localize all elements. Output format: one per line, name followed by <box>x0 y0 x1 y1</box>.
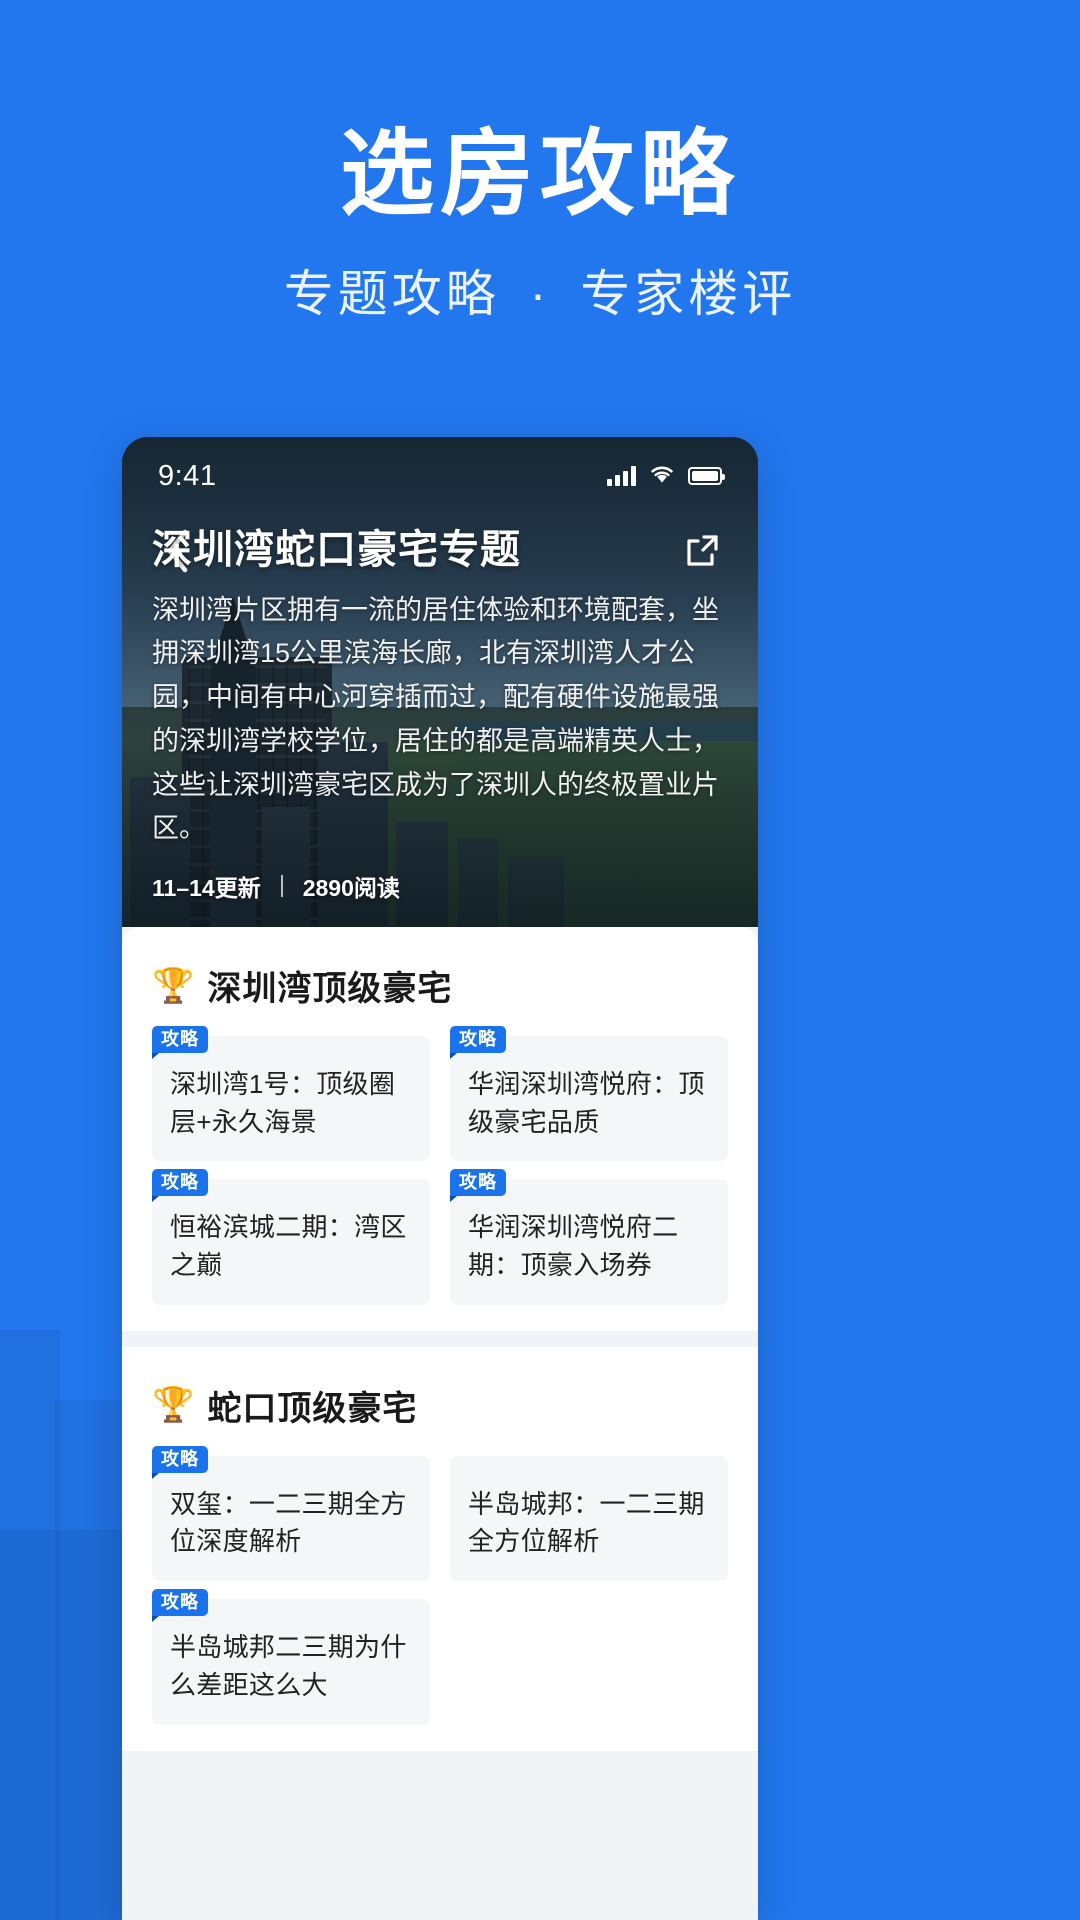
phone-mockup: 9:41 深圳湾蛇口豪宅专题 深圳湾片区拥有一流的居住体验和环境配套，坐拥深圳湾… <box>122 437 758 1920</box>
guide-tile-title: 华润深圳湾悦府二期：顶豪入场券 <box>468 1212 679 1281</box>
sections-container: 🏆 深圳湾顶级豪宅 攻略 深圳湾1号：顶级圈层+永久海景 攻略 华润深圳湾悦府：顶级豪宅品… <box>122 927 758 1751</box>
guide-tile[interactable]: 攻略华润深圳湾悦府二期：顶豪入场券 <box>450 1169 728 1305</box>
article-title: 深圳湾蛇口豪宅专题 <box>152 527 521 572</box>
guide-tile-title: 深圳湾1号：顶级圈层+永久海景 <box>170 1069 396 1137</box>
subtitle-separator: · <box>529 266 551 323</box>
battery-icon <box>688 467 725 485</box>
section-heading: 🏆 蛇口顶级豪宅 <box>152 1381 728 1430</box>
decor-block-left-2 <box>55 1400 130 1920</box>
guide-badge: 攻略 <box>152 1026 208 1059</box>
hero-banner: 选房攻略 专题攻略 · 专家楼评 <box>0 120 1080 326</box>
article-description: 深圳湾片区拥有一流的居住体验和环境配套，坐拥深圳湾15公里滨海长廊，北有深圳湾人… <box>152 594 719 844</box>
guide-tile[interactable]: 攻略双玺：一二三期全方位深度解析 <box>152 1445 430 1582</box>
guide-tile-grid: 攻略 双玺：一二三期全方位深度解析 半岛城邦：一二三期全方位解析 攻略 半岛城邦二三期为… <box>152 1445 728 1725</box>
page-title: 选房攻略 <box>339 121 740 226</box>
status-time: 9:41 <box>158 459 217 492</box>
guide-badge: 攻略 <box>450 1169 506 1203</box>
guide-badge: 攻略 <box>152 1169 208 1203</box>
status-icons <box>607 464 725 489</box>
guide-tile[interactable]: 半岛城邦：一二三期全方位解析 <box>450 1455 728 1582</box>
cellular-signal-icon <box>607 466 636 486</box>
article-meta: 11–14更新 2890阅读 <box>152 869 728 903</box>
guide-badge: 攻略 <box>450 1026 506 1059</box>
article-hero-header: 9:41 深圳湾蛇口豪宅专题 深圳湾片区拥有一流的居住体验和环境配套，坐拥深圳湾… <box>122 437 758 927</box>
guide-tile-title: 半岛城邦二三期为什么差距这么大 <box>170 1632 407 1700</box>
guide-tile[interactable]: 攻略半岛城邦二三期为什么差距这么大 <box>152 1589 430 1725</box>
article-update-date: 11–14更新 <box>152 875 261 901</box>
guide-tile[interactable]: 攻略华润深圳湾悦府：顶级豪宅品质 <box>450 1026 728 1162</box>
guide-section: 🏆 蛇口顶级豪宅 攻略 双玺：一二三期全方位深度解析 半岛城邦：一二三期全方位解析 攻略半… <box>122 1346 758 1751</box>
article-read-count: 2890阅读 <box>302 875 400 901</box>
section-heading: 🏆 深圳湾顶级豪宅 <box>152 961 728 1010</box>
trophy-icon: 🏆 <box>152 1386 196 1425</box>
trophy-icon: 🏆 <box>152 966 196 1005</box>
guide-tile-grid: 攻略 深圳湾1号：顶级圈层+永久海景 攻略 华润深圳湾悦府：顶级豪宅品质 攻略 恒裕滨城二… <box>152 1026 728 1305</box>
wifi-icon <box>649 464 675 489</box>
guide-tile[interactable]: 攻略恒裕滨城二期：湾区之巅 <box>152 1169 430 1305</box>
guide-tile[interactable]: 攻略深圳湾1号：顶级圈层+永久海景 <box>152 1026 430 1162</box>
guide-badge: 攻略 <box>152 1589 208 1623</box>
decor-block-left-1 <box>0 1330 60 1920</box>
guide-tile-title: 双玺：一二三期全方位深度解析 <box>170 1488 407 1557</box>
status-bar: 9:41 <box>122 437 758 515</box>
guide-tile-title: 华润深圳湾悦府：顶级豪宅品质 <box>468 1069 705 1137</box>
section-title: 蛇口顶级豪宅 <box>207 1389 418 1428</box>
page-subtitle: 专题攻略 · 专家楼评 <box>0 254 1080 326</box>
meta-divider <box>280 875 283 897</box>
guide-tile-title: 半岛城邦：一二三期全方位解析 <box>468 1488 705 1557</box>
article-body-sheet: 🏆 深圳湾顶级豪宅 攻略 深圳湾1号：顶级圈层+永久海景 攻略 华润深圳湾悦府：顶级豪宅品… <box>122 927 758 1920</box>
subtitle-left: 专题攻略 <box>283 266 500 323</box>
section-title: 深圳湾顶级豪宅 <box>207 970 453 1008</box>
article-intro: 深圳湾蛇口豪宅专题 深圳湾片区拥有一流的居住体验和环境配套，坐拥深圳湾15公里滨… <box>122 517 758 927</box>
guide-tile-title: 恒裕滨城二期：湾区之巅 <box>170 1212 407 1281</box>
guide-badge: 攻略 <box>152 1445 208 1479</box>
guide-section: 🏆 深圳湾顶级豪宅 攻略 深圳湾1号：顶级圈层+永久海景 攻略 华润深圳湾悦府：顶级豪宅品… <box>122 927 758 1331</box>
subtitle-right: 专家楼评 <box>580 266 797 323</box>
decor-block-left-3 <box>0 1530 130 1920</box>
